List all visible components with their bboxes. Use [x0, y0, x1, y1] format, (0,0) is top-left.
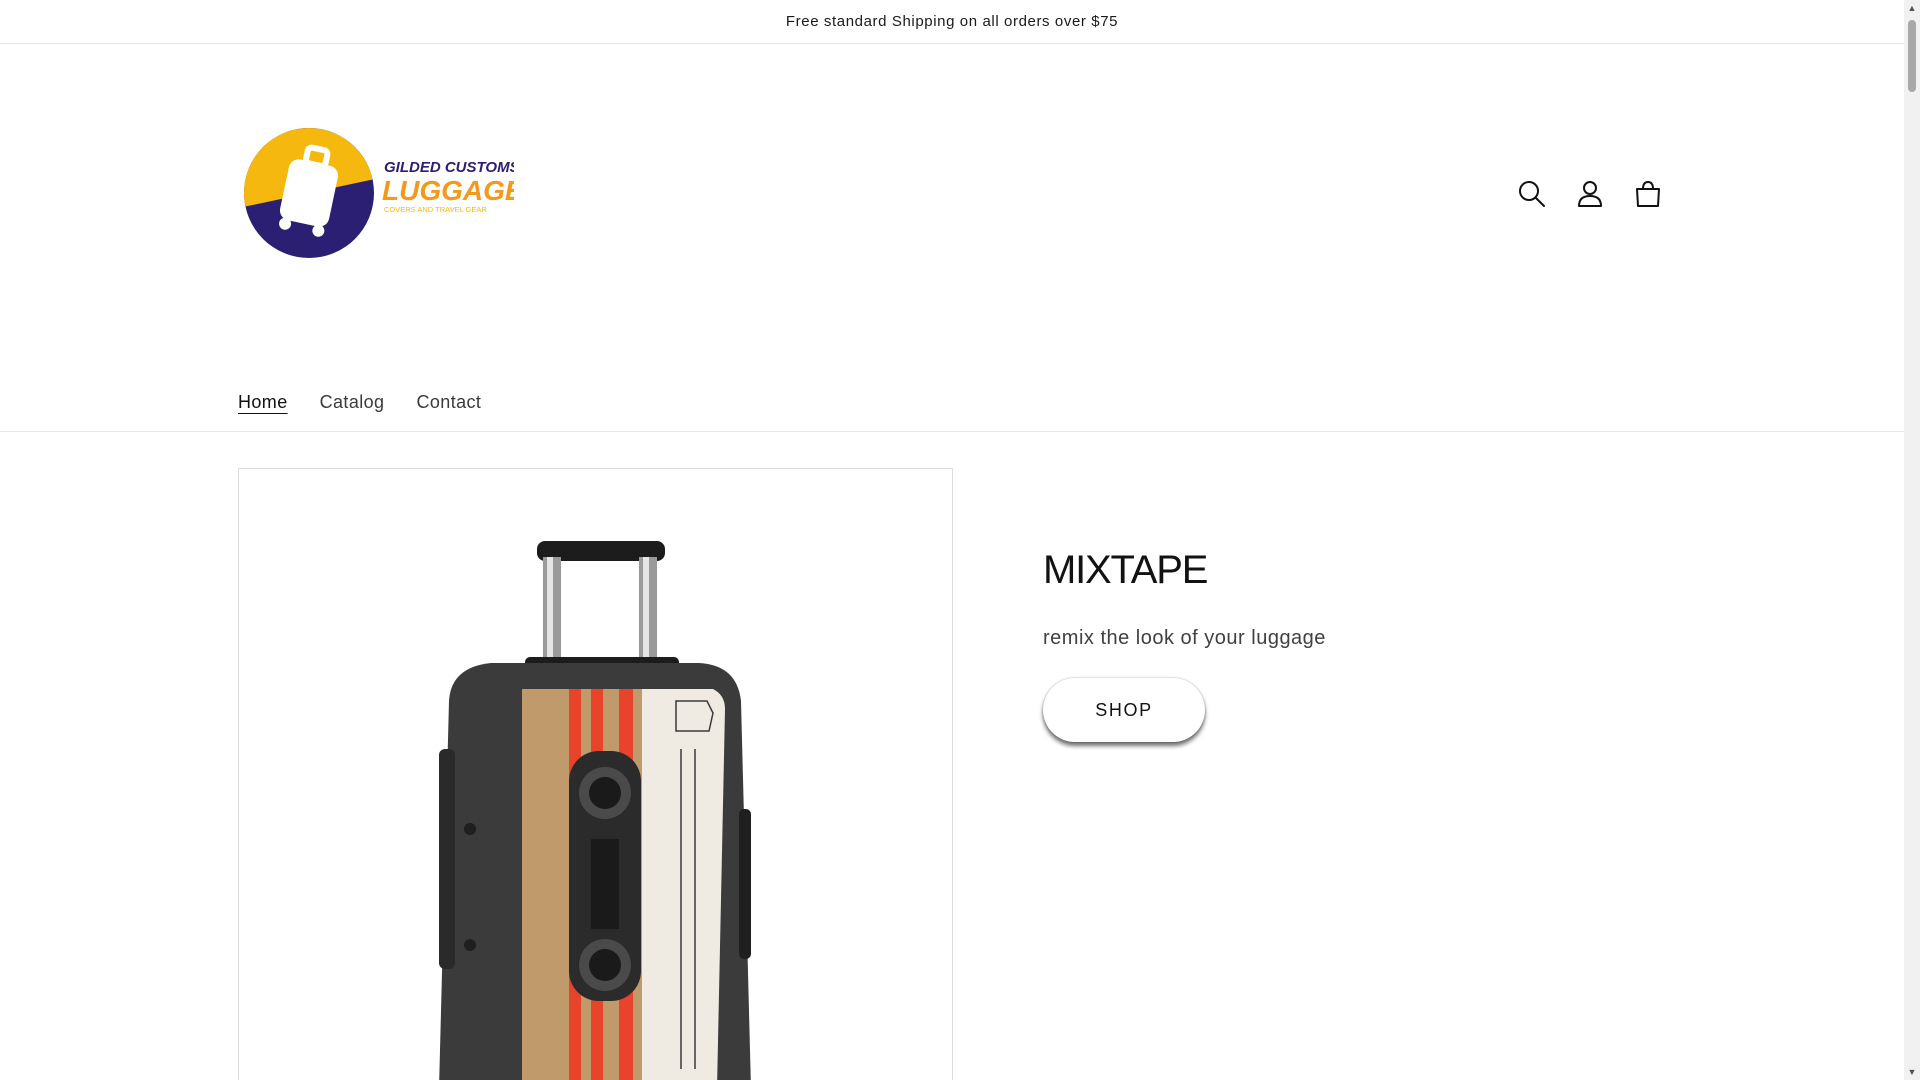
nav-contact[interactable]: Contact: [416, 392, 481, 413]
header-icons: [1516, 178, 1664, 210]
product-image-card[interactable]: [238, 468, 953, 1080]
announcement-text: Free standard Shipping on all orders ove…: [785, 13, 1119, 30]
scrollbar[interactable]: ▲ ▼: [1904, 0, 1920, 1080]
hero-subtitle: remix the look of your luggage: [1043, 627, 1326, 649]
account-icon[interactable]: [1574, 178, 1606, 210]
announcement-bar: Free standard Shipping on all orders ove…: [0, 0, 1904, 44]
store-logo[interactable]: GILDED CUSTOMS LUGGAGE COVERS AND TRAVEL…: [244, 126, 514, 260]
scroll-up-icon[interactable]: ▲: [1904, 0, 1920, 16]
hero-title: MIXTAPE: [1043, 548, 1208, 592]
main-nav: Home Catalog Contact: [238, 392, 481, 413]
hero-section: MIXTAPE remix the look of your luggage S…: [1043, 548, 1326, 742]
luggage-logo-icon: GILDED CUSTOMS LUGGAGE COVERS AND TRAVEL…: [244, 128, 514, 258]
shop-button[interactable]: SHOP: [1043, 678, 1205, 742]
svg-text:COVERS AND TRAVEL GEAR: COVERS AND TRAVEL GEAR: [384, 205, 487, 214]
nav-catalog[interactable]: Catalog: [320, 392, 385, 413]
svg-text:LUGGAGE: LUGGAGE: [382, 175, 514, 206]
scrollbar-thumb[interactable]: [1908, 20, 1916, 92]
nav-divider: [0, 431, 1904, 432]
svg-text:GILDED CUSTOMS: GILDED CUSTOMS: [384, 159, 514, 176]
cart-icon[interactable]: [1632, 178, 1664, 210]
search-icon[interactable]: [1516, 178, 1548, 210]
nav-home[interactable]: Home: [238, 392, 288, 413]
cassette-luggage-cover-image: [439, 541, 751, 1080]
scroll-down-icon[interactable]: ▼: [1904, 1064, 1920, 1080]
